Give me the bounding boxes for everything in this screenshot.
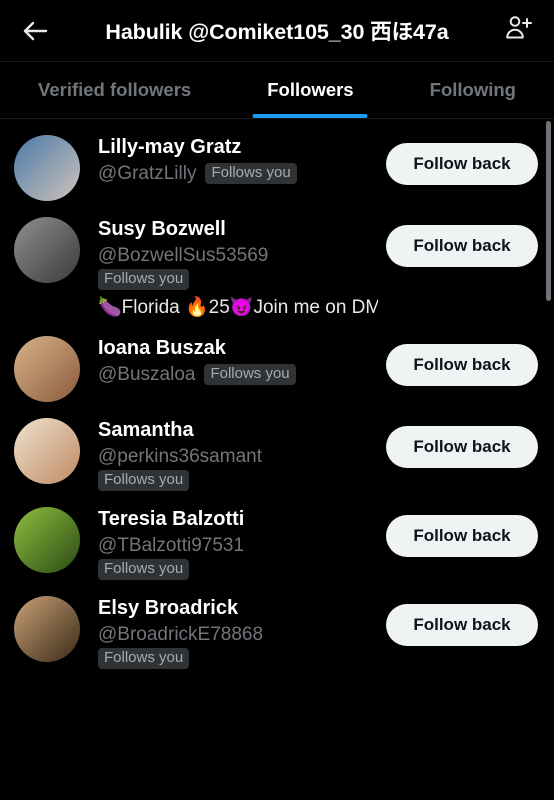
table-row[interactable]: Susy Bozwell @BozwellSus53569 Follows yo… (0, 201, 554, 320)
follows-you-badge: Follows you (204, 364, 296, 385)
handle: @perkins36samant (98, 446, 262, 467)
avatar-image-4 (14, 507, 80, 573)
app-header: Habulik @Comiket105_30 西ほ47a (0, 0, 554, 62)
row-body: Teresia Balzotti @TBalzotti97531 Follows… (80, 505, 378, 580)
follow-back-button[interactable]: Follow back (386, 344, 538, 386)
avatar-image-5 (14, 596, 80, 662)
avatar[interactable] (14, 217, 80, 283)
row-body: Samantha @perkins36samant Follows you (80, 416, 378, 491)
badge-line: Follows you (98, 648, 378, 669)
arrow-left-icon (22, 20, 48, 42)
follower-list[interactable]: Lilly-may Gratz @GratzLilly Follows you … (0, 119, 554, 800)
follows-you-badge: Follows you (98, 648, 190, 669)
bio-text: 🍆Florida 🔥25😈Join me on DM (98, 297, 378, 318)
display-name: Ioana Buszak (98, 337, 226, 359)
avatar-image-1 (14, 217, 80, 283)
avatar[interactable] (14, 418, 80, 484)
handle: @Buszaloa (98, 364, 196, 385)
badge-line: Follows you (98, 470, 378, 491)
handle: @BroadrickE78868 (98, 624, 264, 645)
handle-line: @perkins36samant (98, 444, 378, 469)
tab-label: Verified followers (38, 79, 192, 100)
follow-back-button[interactable]: Follow back (386, 225, 538, 267)
avatar[interactable] (14, 507, 80, 573)
handle-line: @TBalzotti97531 (98, 533, 378, 558)
follow-back-button[interactable]: Follow back (386, 426, 538, 468)
follows-you-badge: Follows you (98, 559, 190, 580)
avatar[interactable] (14, 135, 80, 201)
tab-verified-followers[interactable]: Verified followers (0, 62, 229, 118)
table-row[interactable]: Lilly-may Gratz @GratzLilly Follows you … (0, 119, 554, 201)
handle: @GratzLilly (98, 163, 197, 184)
handle-line: @BozwellSus53569 (98, 243, 378, 268)
table-row[interactable]: Ioana Buszak @Buszaloa Follows you Follo… (0, 320, 554, 402)
avatar[interactable] (14, 596, 80, 662)
badge-line: Follows you (98, 559, 378, 580)
display-name: Elsy Broadrick (98, 597, 239, 619)
tab-followers[interactable]: Followers (229, 62, 391, 118)
back-button[interactable] (14, 10, 56, 52)
handle-line: @GratzLilly Follows you (98, 161, 378, 186)
page-title: Habulik @Comiket105_30 西ほ47a (105, 20, 449, 44)
display-name: Samantha (98, 419, 194, 441)
follows-you-badge: Follows you (98, 470, 190, 491)
follows-you-badge: Follows you (98, 269, 190, 290)
person-add-icon (503, 13, 533, 48)
table-row[interactable]: Samantha @perkins36samant Follows you Fo… (0, 402, 554, 491)
follow-back-button[interactable]: Follow back (386, 515, 538, 557)
follows-you-badge: Follows you (205, 163, 297, 184)
badge-line: Follows you (98, 269, 378, 290)
add-person-button[interactable] (498, 11, 538, 51)
tab-label: Following (429, 79, 516, 100)
display-name: Susy Bozwell (98, 218, 226, 240)
follow-back-button[interactable]: Follow back (386, 143, 538, 185)
tab-bar: Verified followers Followers Following (0, 62, 554, 119)
table-row[interactable]: Elsy Broadrick @BroadrickE78868 Follows … (0, 580, 554, 669)
handle-line: @BroadrickE78868 (98, 622, 378, 647)
tab-active-underline (252, 114, 368, 118)
row-body: Susy Bozwell @BozwellSus53569 Follows yo… (80, 215, 378, 320)
avatar-image-0 (14, 135, 80, 201)
avatar-image-2 (14, 336, 80, 402)
handle: @TBalzotti97531 (98, 535, 245, 556)
handle-line: @Buszaloa Follows you (98, 362, 378, 387)
table-row[interactable]: Teresia Balzotti @TBalzotti97531 Follows… (0, 491, 554, 580)
display-name: Teresia Balzotti (98, 508, 245, 530)
avatar-image-3 (14, 418, 80, 484)
row-body: Ioana Buszak @Buszaloa Follows you (80, 334, 378, 387)
follow-back-button[interactable]: Follow back (386, 604, 538, 646)
display-name: Lilly-may Gratz (98, 136, 242, 158)
scrollbar-thumb[interactable] (546, 121, 551, 301)
handle: @BozwellSus53569 (98, 245, 269, 266)
row-body: Elsy Broadrick @BroadrickE78868 Follows … (80, 594, 378, 669)
avatar[interactable] (14, 336, 80, 402)
scrollbar[interactable] (544, 119, 554, 800)
row-body: Lilly-may Gratz @GratzLilly Follows you (80, 133, 378, 186)
tab-following[interactable]: Following (392, 62, 554, 118)
tab-label: Followers (267, 79, 354, 100)
